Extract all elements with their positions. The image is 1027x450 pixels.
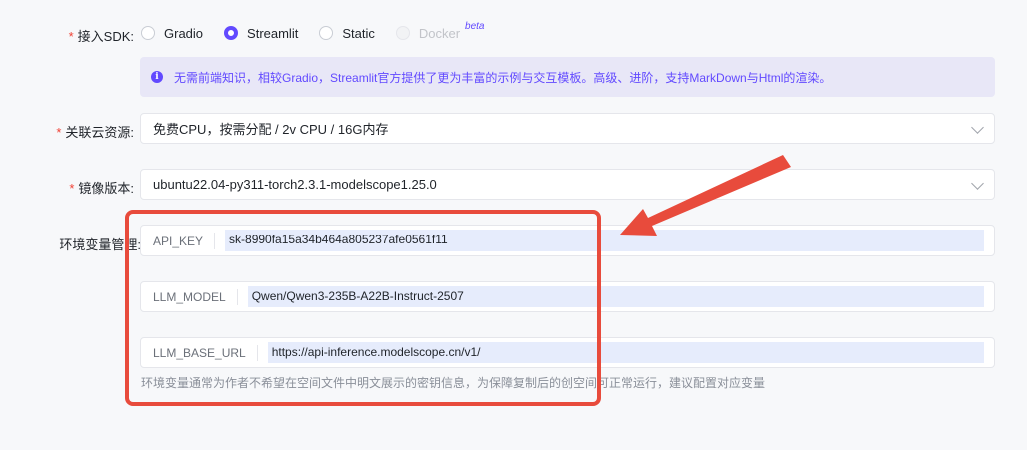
annotation-arrow-icon bbox=[620, 155, 791, 236]
